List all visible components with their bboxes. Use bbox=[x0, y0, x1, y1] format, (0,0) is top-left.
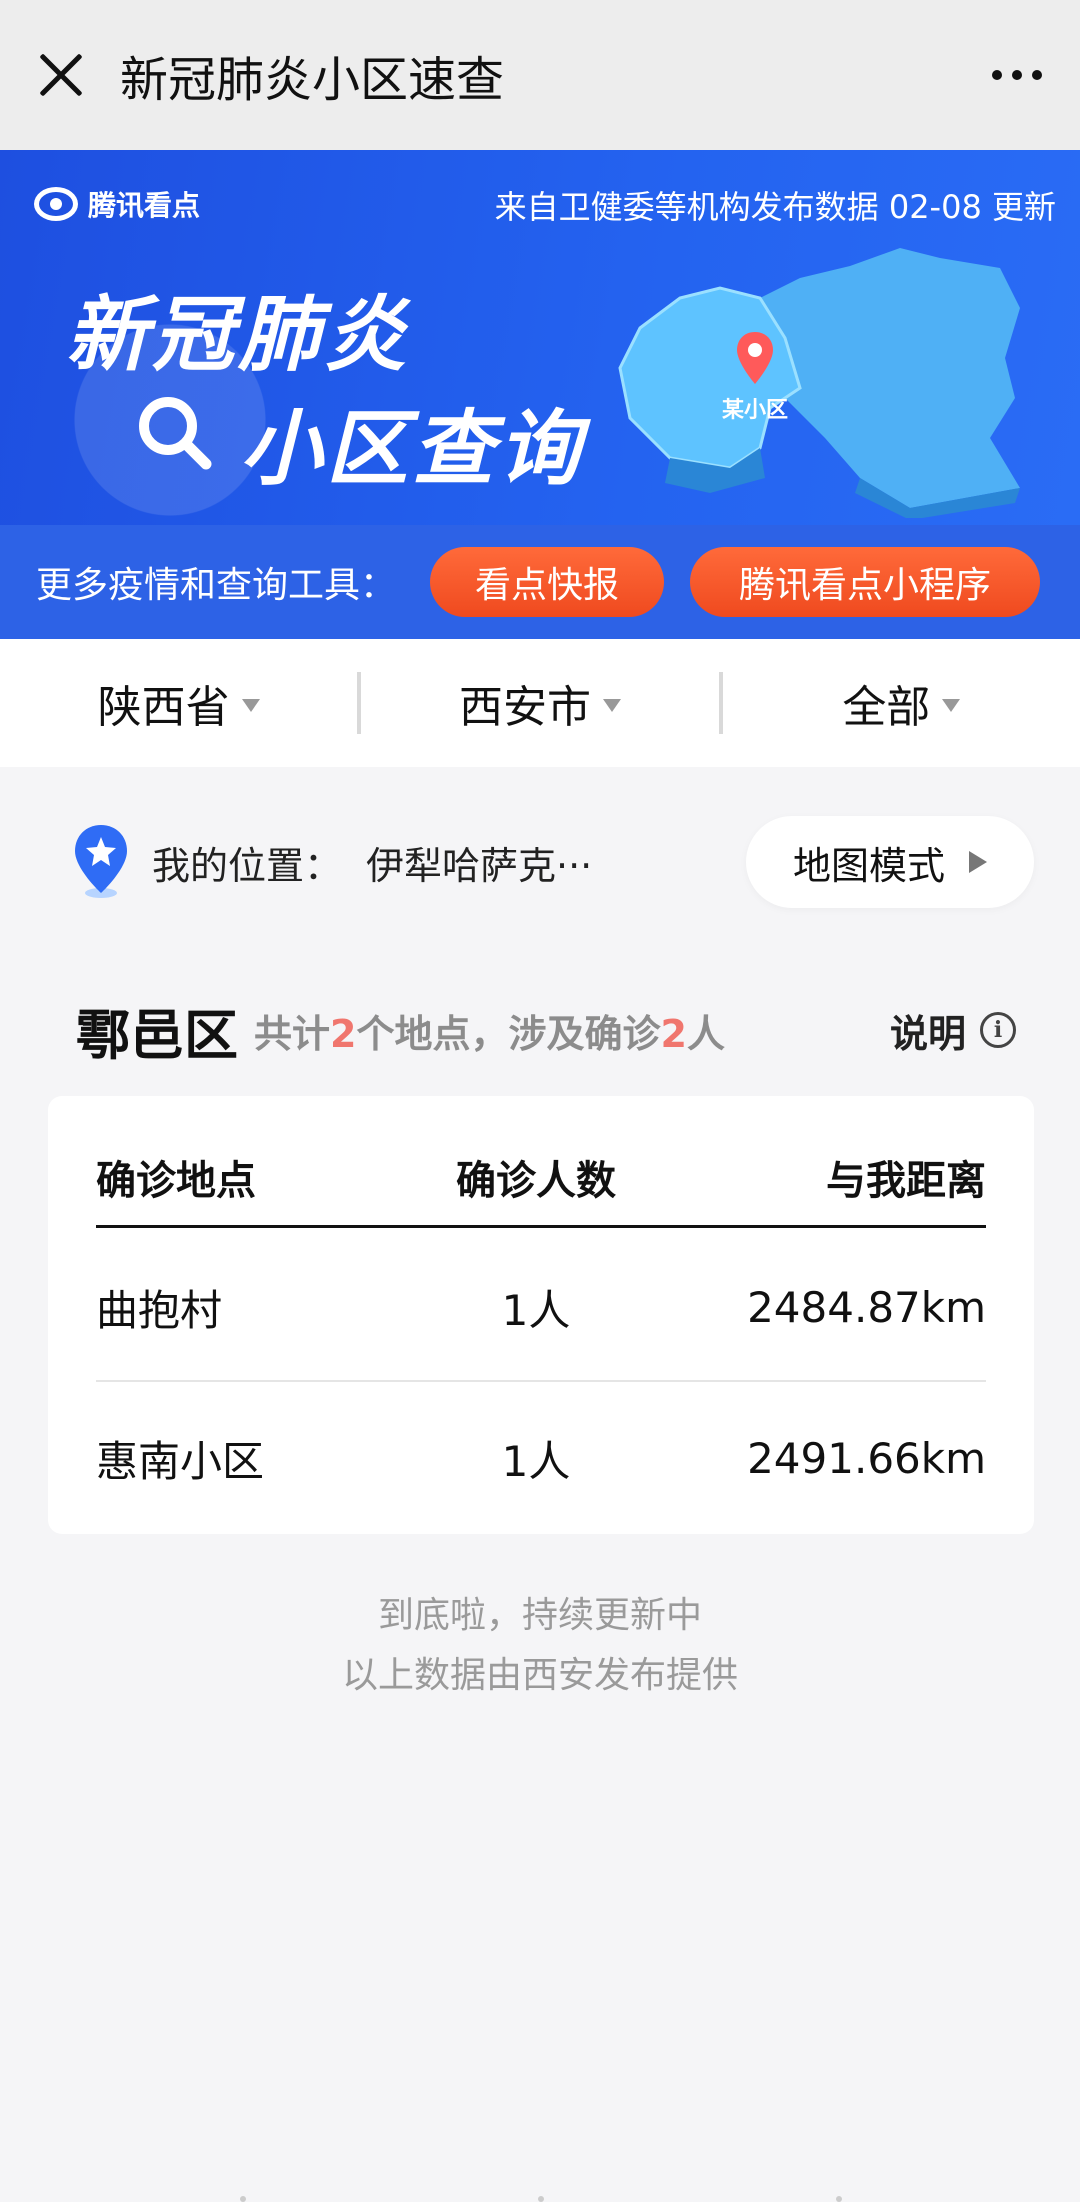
banner-title-line2: 小区查询 bbox=[240, 402, 584, 497]
brand-name: 腾讯看点 bbox=[88, 189, 201, 222]
news-button[interactable]: 看点快报 bbox=[430, 547, 664, 617]
title-bar: 新冠肺炎小区速查 bbox=[0, 0, 1080, 150]
location-star-icon bbox=[75, 825, 127, 898]
region-filters: 陕西省 西安市 全部 bbox=[0, 639, 1080, 767]
places-count: 2 bbox=[330, 1011, 357, 1056]
header-distance: 与我距离 bbox=[826, 1157, 986, 1204]
location-value: 伊犁哈萨克··· bbox=[366, 843, 593, 888]
district-header: 鄠邑区 共计2个地点，涉及确诊2人 说明 i bbox=[76, 990, 1016, 1070]
play-arrow-icon bbox=[969, 851, 987, 873]
row-distance: 2491.66km bbox=[747, 1433, 986, 1483]
map-mode-label: 地图模式 bbox=[792, 843, 945, 888]
more-options-icon[interactable] bbox=[992, 60, 1042, 90]
eye-icon bbox=[34, 187, 78, 221]
table-row[interactable]: 曲抱村 1人 2484.87km bbox=[96, 1234, 986, 1382]
caret-down-icon bbox=[942, 698, 961, 712]
caret-down-icon bbox=[241, 698, 260, 712]
header-count: 确诊人数 bbox=[456, 1157, 616, 1204]
header-place: 确诊地点 bbox=[96, 1157, 256, 1204]
district-summary: 共计2个地点，涉及确诊2人 bbox=[254, 1011, 725, 1056]
cases-table: 确诊地点 确诊人数 与我距离 曲抱村 1人 2484.87km 惠南小区 1人 … bbox=[48, 1096, 1034, 1534]
row-count: 1人 bbox=[501, 1436, 571, 1486]
map-label: 某小区 bbox=[722, 398, 789, 423]
district-select[interactable]: 全部 bbox=[723, 671, 1080, 735]
row-distance: 2484.87km bbox=[747, 1282, 986, 1332]
tools-label: 更多疫情和查询工具： bbox=[36, 565, 397, 606]
bottom-dots bbox=[0, 2196, 1080, 2202]
table-row[interactable]: 惠南小区 1人 2491.66km bbox=[96, 1384, 986, 1532]
table-header: 确诊地点 确诊人数 与我距离 bbox=[96, 1128, 986, 1228]
row-place: 惠南小区 bbox=[96, 1436, 265, 1486]
caret-down-icon bbox=[602, 698, 621, 712]
search-icon bbox=[139, 397, 212, 470]
info-icon: i bbox=[980, 1012, 1016, 1048]
city-value: 西安市 bbox=[458, 682, 591, 733]
province-select[interactable]: 陕西省 bbox=[0, 671, 357, 735]
province-value: 陕西省 bbox=[97, 682, 230, 733]
banner-title-line1: 新冠肺炎 bbox=[66, 288, 410, 383]
row-count: 1人 bbox=[501, 1285, 571, 1335]
cases-count: 2 bbox=[660, 1011, 687, 1056]
tools-bar: 更多疫情和查询工具： 看点快报 腾讯看点小程序 bbox=[0, 525, 1080, 639]
district-name: 鄠邑区 bbox=[76, 1003, 238, 1067]
footer-line2: 以上数据由西安发布提供 bbox=[341, 1655, 738, 1696]
map-illustration bbox=[618, 248, 1020, 518]
district-value: 全部 bbox=[842, 682, 931, 733]
my-location-row: 我的位置： 伊犁哈萨克··· 地图模式 bbox=[0, 812, 1080, 912]
location-pin-icon bbox=[737, 332, 773, 384]
footer-note: 到底啦，持续更新中 以上数据由西安发布提供 bbox=[0, 1586, 1080, 1706]
explain-label: 说明 bbox=[889, 1011, 966, 1056]
mini-program-button[interactable]: 腾讯看点小程序 bbox=[690, 547, 1040, 617]
update-info: 来自卫健委等机构发布数据 02-08 更新 bbox=[494, 188, 1056, 226]
explain-button[interactable]: 说明 i bbox=[890, 1003, 1016, 1058]
close-icon[interactable] bbox=[36, 50, 86, 100]
brand-logo: 腾讯看点 bbox=[34, 184, 200, 224]
footer-line1: 到底啦，持续更新中 bbox=[377, 1595, 702, 1636]
row-place: 曲抱村 bbox=[96, 1285, 223, 1335]
location-label: 我的位置： bbox=[152, 843, 343, 888]
page-title: 新冠肺炎小区速查 bbox=[120, 52, 505, 108]
map-mode-button[interactable]: 地图模式 bbox=[746, 816, 1034, 908]
city-select[interactable]: 西安市 bbox=[361, 671, 718, 735]
